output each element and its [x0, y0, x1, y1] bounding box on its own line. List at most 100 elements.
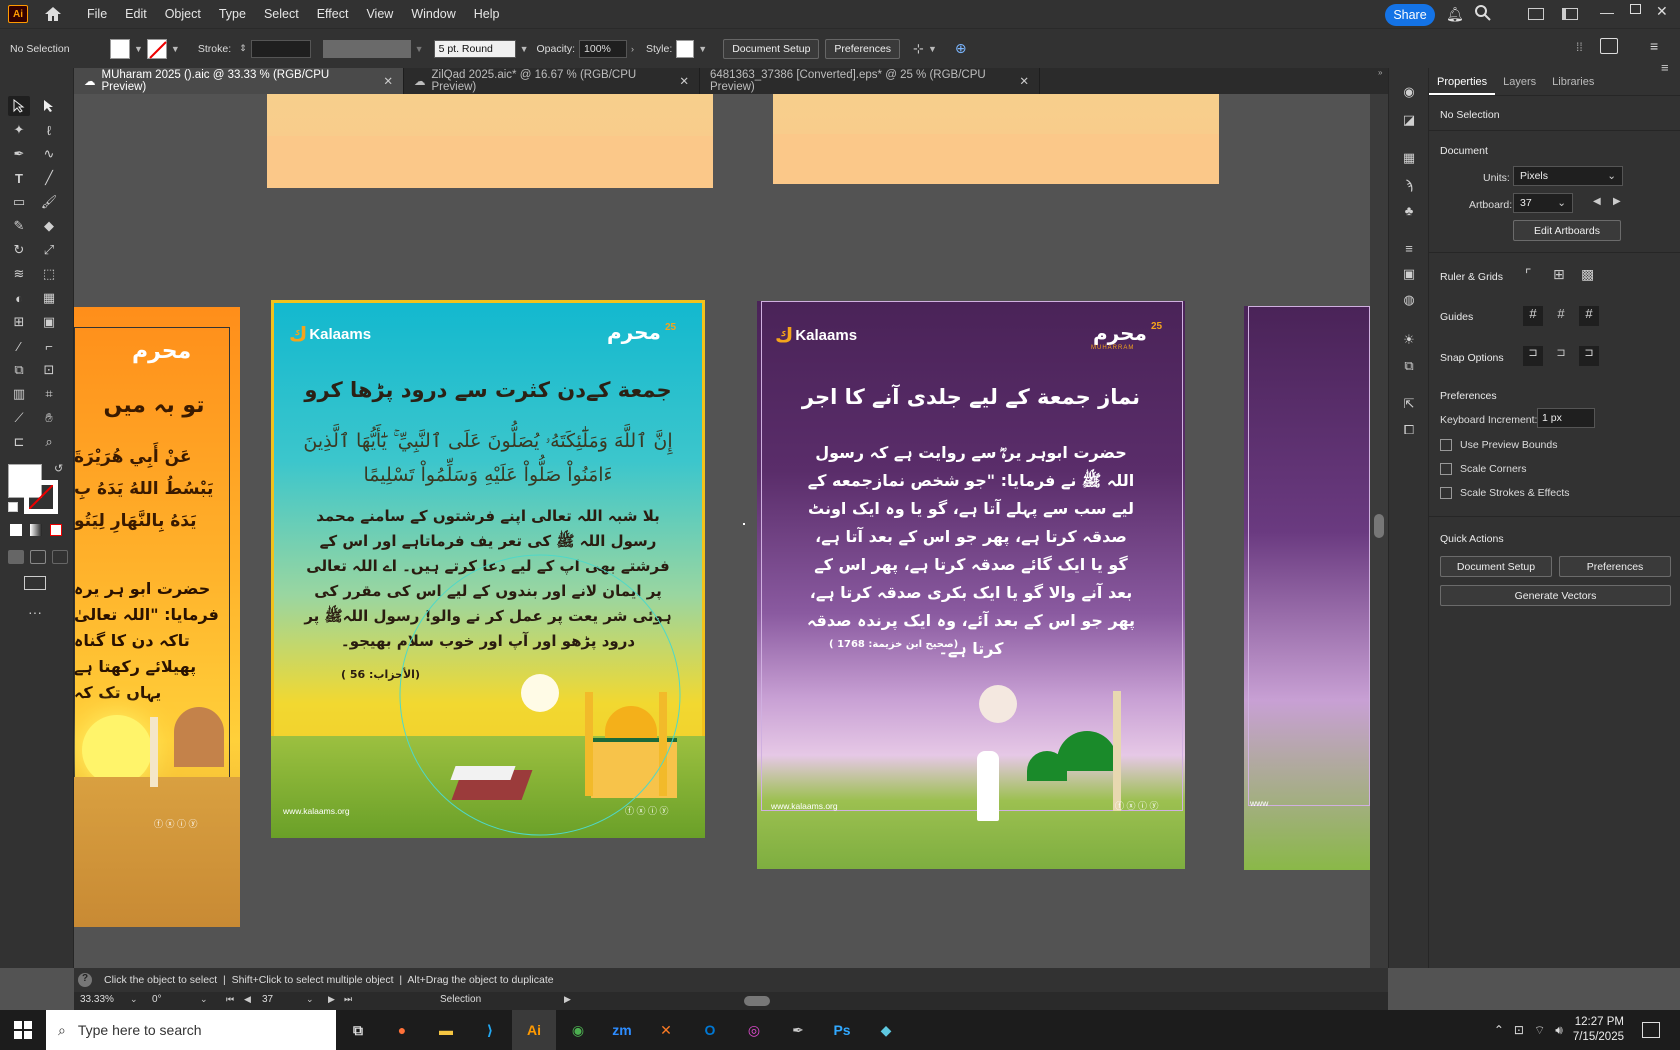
tab-libraries[interactable]: Libraries — [1544, 68, 1602, 95]
chrome-icon[interactable]: ◉ — [556, 1010, 600, 1050]
clock[interactable]: 12:27 PM 7/15/2025 — [1573, 1015, 1624, 1045]
tab-layers[interactable]: Layers — [1495, 68, 1544, 95]
minimize-icon[interactable]: — — [1600, 4, 1614, 20]
smart-guides-icon[interactable]: # — [1579, 306, 1599, 326]
first-artboard-icon[interactable]: ⏮ — [226, 994, 234, 1005]
keyboard-increment-field[interactable]: 1 px — [1537, 408, 1595, 428]
artboard-far-right[interactable]: www — [1244, 306, 1370, 870]
scroll-thumb[interactable] — [744, 996, 770, 1006]
lasso-tool-icon[interactable]: ℓ — [38, 120, 60, 140]
draw-normal-icon[interactable] — [8, 550, 24, 564]
magic-wand-tool-icon[interactable]: ✦ — [8, 120, 30, 140]
selection-tool-icon[interactable] — [8, 96, 30, 116]
arrange-documents-icon[interactable] — [1528, 8, 1544, 20]
windows-start-icon[interactable] — [0, 1010, 46, 1050]
menu-help[interactable]: Help — [465, 0, 509, 28]
creative-cloud-icon[interactable]: ◎ — [732, 1010, 776, 1050]
outlook-icon[interactable]: O — [688, 1010, 732, 1050]
slice-tool-icon[interactable]: ⟋ — [8, 408, 30, 428]
appearance-icon[interactable]: ☀ — [1398, 330, 1420, 350]
paintbrush-tool-icon[interactable]: 🖌︎ — [38, 192, 60, 212]
perspective-grid-tool-icon[interactable]: ▦ — [38, 288, 60, 308]
use-preview-bounds-checkbox[interactable]: Use Preview Bounds — [1440, 439, 1557, 451]
hand-tool-icon[interactable]: ✋︎ — [38, 408, 60, 428]
scale-corners-checkbox[interactable]: Scale Corners — [1440, 463, 1527, 475]
grid-icon[interactable]: ⊞ — [1553, 266, 1565, 283]
tab-muharam[interactable]: ☁︎ MUharam 2025 ().aic @ 33.33 % (RGB/CP… — [74, 68, 404, 94]
artboard-top-1[interactable] — [267, 94, 713, 188]
tabs-overflow-icon[interactable]: » — [1378, 68, 1388, 94]
close-tab-icon[interactable]: ✕ — [383, 74, 393, 88]
screen-mode-icon[interactable] — [24, 576, 46, 590]
photoshop-icon[interactable]: Ps — [820, 1010, 864, 1050]
panel-toggle-icon[interactable] — [1600, 38, 1618, 54]
artboard-top-2[interactable] — [773, 94, 1219, 184]
qa-preferences-button[interactable]: Preferences — [1559, 556, 1671, 577]
next-artboard-icon[interactable]: ▶ — [328, 994, 335, 1005]
color-panel-icon[interactable]: ◉ — [1398, 82, 1420, 102]
panel-menu-icon[interactable]: ≡ — [1661, 60, 1669, 75]
scale-strokes-checkbox[interactable]: Scale Strokes & Effects — [1440, 487, 1570, 499]
generate-vectors-button[interactable]: Generate Vectors — [1440, 585, 1671, 606]
default-colors-icon[interactable] — [8, 502, 18, 512]
chevron-right-icon[interactable]: › — [631, 44, 634, 54]
edit-artboards-button[interactable]: Edit Artboards — [1513, 220, 1621, 241]
status-menu-icon[interactable]: ▶ — [564, 994, 571, 1005]
pen-tool-icon[interactable]: ✒ — [8, 144, 30, 164]
notifications-icon[interactable] — [1642, 1022, 1660, 1038]
color-mode-icon[interactable] — [10, 524, 22, 536]
help-icon[interactable]: ? — [78, 973, 92, 987]
vscode-icon[interactable]: ⟩ — [468, 1010, 512, 1050]
share-button[interactable]: Share — [1385, 4, 1435, 26]
home-icon[interactable] — [42, 4, 64, 24]
snap-to-glyph-icon[interactable]: ⊐ — [1579, 346, 1599, 366]
chevron-down-icon[interactable]: ⌄ — [200, 994, 208, 1005]
task-view-icon[interactable]: ⧉ — [336, 1010, 380, 1050]
line-tool-icon[interactable]: ╱ — [38, 168, 60, 188]
blend-tool-icon[interactable]: ⧉ — [8, 360, 30, 380]
chevron-down-icon[interactable]: ⌄ — [306, 994, 314, 1005]
recolor-icon[interactable]: ⊕ — [955, 40, 967, 57]
chevron-down-icon[interactable]: ▼ — [134, 44, 143, 54]
restore-icon[interactable] — [1630, 4, 1641, 14]
rulers-icon[interactable]: ⌜ — [1525, 266, 1532, 283]
file-explorer-icon[interactable]: ▬ — [424, 1010, 468, 1050]
artboard-middle[interactable]: ﻙ Kalaams محرم 25 جمعة کےدن کثرت سے درود… — [271, 300, 705, 838]
menu-edit[interactable]: Edit — [116, 0, 156, 28]
tab-converted-eps[interactable]: 6481363_37386 [Converted].eps* @ 25 % (R… — [700, 68, 1040, 94]
taskbar-search-box[interactable]: ⌕ Type here to search — [46, 1010, 336, 1050]
graph-tool-icon[interactable]: ▥ — [8, 384, 30, 404]
artboard-nav-field[interactable]: 37 — [262, 994, 302, 1005]
print-tiling-tool-icon[interactable]: ⊏ — [8, 432, 30, 452]
horizontal-scrollbar[interactable] — [584, 996, 1344, 1006]
previous-artboard-icon[interactable]: ◀ — [1593, 196, 1601, 207]
none-mode-icon[interactable] — [50, 524, 62, 536]
snap-to-pixel-icon[interactable]: ⊐ — [1551, 346, 1571, 366]
symbol-sprayer-tool-icon[interactable]: ⊡ — [38, 360, 60, 380]
scale-tool-icon[interactable]: ⤢ — [38, 240, 60, 260]
more-tools-icon[interactable]: ··· — [28, 604, 42, 620]
next-artboard-icon[interactable]: ▶ — [1613, 196, 1621, 207]
menu-file[interactable]: File — [78, 0, 116, 28]
illustrator-taskbar-icon[interactable]: Ai — [512, 1010, 556, 1050]
artboard-left[interactable]: محرم تو بہ میں عَنْ أَبِي هُرَيْرَةَ يَب… — [74, 307, 240, 927]
swap-fill-stroke-icon[interactable]: ↺ — [54, 462, 63, 475]
free-transform-tool-icon[interactable]: ⬚ — [38, 264, 60, 284]
graphic-styles-icon[interactable]: ⧉ — [1398, 356, 1420, 376]
stroke-weight-field[interactable] — [250, 39, 311, 58]
tab-properties[interactable]: Properties — [1429, 68, 1496, 95]
menu-view[interactable]: View — [357, 0, 402, 28]
measure-tool-icon[interactable]: ⌐ — [38, 336, 60, 356]
menu-effect[interactable]: Effect — [308, 0, 358, 28]
close-window-icon[interactable]: ✕ — [1656, 3, 1668, 20]
color-guide-icon[interactable]: ◪ — [1398, 110, 1420, 130]
tray-chevron-icon[interactable]: ⌃ — [1494, 1023, 1504, 1037]
transparency-grid-icon[interactable]: ▩ — [1581, 266, 1594, 283]
opacity-field[interactable]: 100% — [579, 39, 628, 58]
scroll-thumb[interactable] — [1374, 514, 1384, 538]
eyedropper-tool-icon[interactable]: ⁄ — [8, 336, 30, 356]
chevron-down-icon[interactable]: ▼ — [928, 44, 937, 54]
units-dropdown[interactable]: Pixels ⌄ — [1513, 166, 1623, 186]
gradient-tool-icon[interactable]: ▣ — [38, 312, 60, 332]
rectangle-tool-icon[interactable]: ▭ — [8, 192, 30, 212]
